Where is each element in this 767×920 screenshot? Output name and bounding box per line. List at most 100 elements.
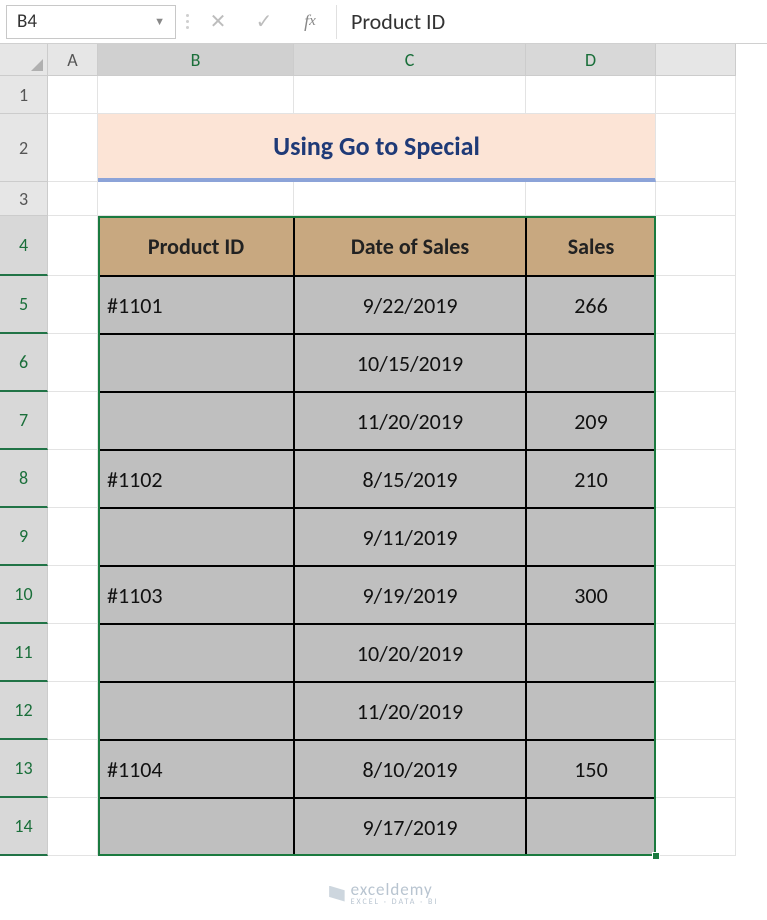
cell-product-id[interactable]: #1102	[98, 450, 294, 508]
row-header-4[interactable]: 4	[0, 216, 48, 276]
cell[interactable]	[48, 798, 98, 856]
cell[interactable]	[48, 450, 98, 508]
col-header-blank[interactable]	[656, 44, 736, 76]
row-header-7[interactable]: 7	[0, 392, 48, 450]
row-header-3[interactable]: 3	[0, 182, 48, 216]
cell-product-id[interactable]	[98, 392, 294, 450]
row-header-6[interactable]: 6	[0, 334, 48, 392]
cell-sales[interactable]	[526, 508, 656, 566]
cell[interactable]	[48, 114, 98, 182]
table-row: 11/20/2019	[48, 682, 767, 740]
cell[interactable]	[656, 392, 736, 450]
cell[interactable]	[48, 682, 98, 740]
name-box[interactable]: B4 ▼	[6, 5, 176, 39]
cell[interactable]	[294, 76, 526, 114]
selection-handle[interactable]	[652, 852, 660, 860]
table-header[interactable]: Product ID	[98, 216, 294, 276]
cell[interactable]	[656, 450, 736, 508]
row-header-13[interactable]: 13	[0, 740, 48, 798]
cell[interactable]	[656, 508, 736, 566]
cell[interactable]	[48, 508, 98, 566]
fx-icon[interactable]: fx	[290, 5, 330, 39]
cell-date[interactable]: 9/19/2019	[294, 566, 526, 624]
cell[interactable]	[656, 216, 736, 276]
cell[interactable]	[48, 216, 98, 276]
row-header-9[interactable]: 9	[0, 508, 48, 566]
table-header[interactable]: Date of Sales	[294, 216, 526, 276]
cell-sales[interactable]: 266	[526, 276, 656, 334]
cell[interactable]	[526, 182, 656, 216]
row-header-2[interactable]: 2	[0, 114, 48, 182]
chevron-down-icon[interactable]: ▼	[154, 15, 165, 28]
cell-product-id[interactable]: #1101	[98, 276, 294, 334]
cell[interactable]	[48, 76, 98, 114]
cell-date[interactable]: 9/22/2019	[294, 276, 526, 334]
cell[interactable]	[48, 334, 98, 392]
cell[interactable]	[656, 334, 736, 392]
cell-product-id[interactable]	[98, 508, 294, 566]
cell-sales[interactable]: 210	[526, 450, 656, 508]
table-row: 10/20/2019	[48, 624, 767, 682]
cell-date[interactable]: 10/20/2019	[294, 624, 526, 682]
row-header-1[interactable]: 1	[0, 76, 48, 114]
select-all-corner[interactable]	[0, 44, 48, 76]
cell[interactable]	[48, 276, 98, 334]
cell-sales[interactable]	[526, 334, 656, 392]
cell[interactable]	[656, 114, 736, 182]
cell-sales[interactable]: 209	[526, 392, 656, 450]
cell[interactable]	[656, 76, 736, 114]
cell[interactable]	[656, 740, 736, 798]
row-header-14[interactable]: 14	[0, 798, 48, 856]
table-header[interactable]: Sales	[526, 216, 656, 276]
cell-date[interactable]: 8/10/2019	[294, 740, 526, 798]
cell[interactable]	[656, 682, 736, 740]
row-header-8[interactable]: 8	[0, 450, 48, 508]
cell-sales[interactable]	[526, 798, 656, 856]
cell[interactable]	[656, 566, 736, 624]
cancel-icon[interactable]: ✕	[198, 5, 238, 39]
spreadsheet: A B C D 1 2 3 4 5 6 7 8 9 10 11 12 13 14	[0, 44, 767, 856]
cell-sales[interactable]: 150	[526, 740, 656, 798]
cell[interactable]	[656, 182, 736, 216]
cell-product-id[interactable]: #1104	[98, 740, 294, 798]
cell-date[interactable]: 11/20/2019	[294, 682, 526, 740]
cell-product-id[interactable]	[98, 798, 294, 856]
cell-product-id[interactable]	[98, 334, 294, 392]
cell[interactable]	[48, 182, 98, 216]
cell-product-id[interactable]	[98, 682, 294, 740]
cells-area[interactable]: Using Go to Special Product ID Date of S…	[48, 76, 767, 856]
row-header-11[interactable]: 11	[0, 624, 48, 682]
cell-product-id[interactable]	[98, 624, 294, 682]
cell-sales[interactable]	[526, 624, 656, 682]
table-row: 9/17/2019	[48, 798, 767, 856]
cell[interactable]	[98, 182, 294, 216]
cell-date[interactable]: 10/15/2019	[294, 334, 526, 392]
cell[interactable]	[656, 798, 736, 856]
cell[interactable]	[294, 182, 526, 216]
col-header-a[interactable]: A	[48, 44, 98, 76]
col-header-b[interactable]: B	[98, 44, 294, 76]
row-header-5[interactable]: 5	[0, 276, 48, 334]
cell-date[interactable]: 8/15/2019	[294, 450, 526, 508]
row-header-12[interactable]: 12	[0, 682, 48, 740]
cell-date[interactable]: 9/11/2019	[294, 508, 526, 566]
formula-input[interactable]: Product ID	[336, 5, 761, 39]
cell[interactable]	[48, 392, 98, 450]
cell[interactable]	[656, 276, 736, 334]
col-header-c[interactable]: C	[294, 44, 526, 76]
confirm-icon[interactable]: ✓	[244, 5, 284, 39]
cell-sales[interactable]: 300	[526, 566, 656, 624]
cell-sales[interactable]	[526, 682, 656, 740]
cell[interactable]	[48, 740, 98, 798]
row-header-10[interactable]: 10	[0, 566, 48, 624]
col-header-d[interactable]: D	[526, 44, 656, 76]
cell[interactable]	[48, 566, 98, 624]
cell-date[interactable]: 9/17/2019	[294, 798, 526, 856]
cell[interactable]	[98, 76, 294, 114]
title-cell[interactable]: Using Go to Special	[98, 114, 656, 182]
cell[interactable]	[656, 624, 736, 682]
cell-product-id[interactable]: #1103	[98, 566, 294, 624]
cell[interactable]	[48, 624, 98, 682]
cell-date[interactable]: 11/20/2019	[294, 392, 526, 450]
cell[interactable]	[526, 76, 656, 114]
